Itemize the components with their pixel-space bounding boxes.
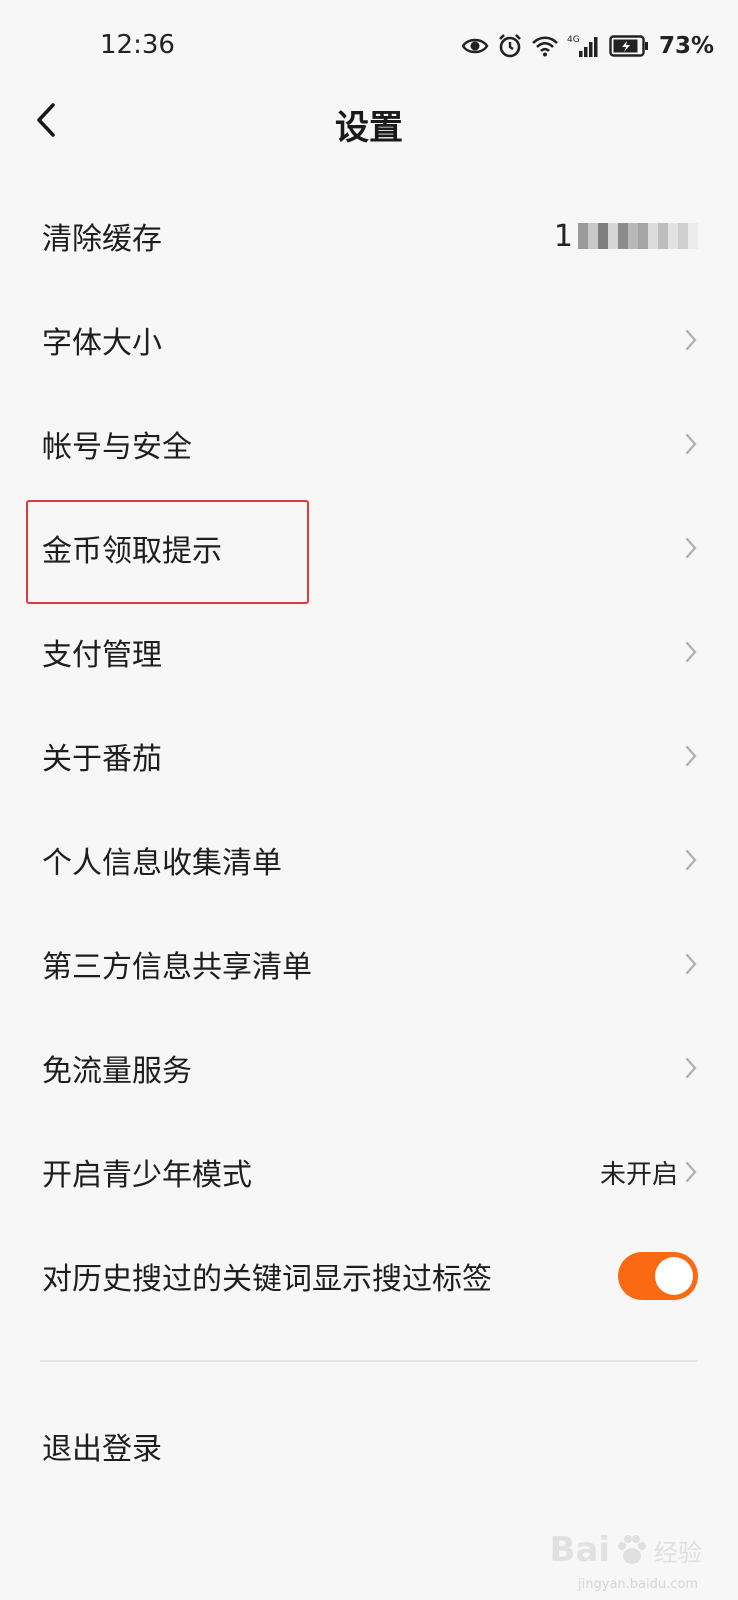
third-party-sharing-row[interactable]: 第三方信息共享清单 (0, 912, 738, 1016)
logout-label: 退出登录 (42, 1432, 162, 1467)
teen-mode-value: 未开启 (599, 1159, 678, 1190)
chevron-right-icon (684, 536, 698, 560)
watermark-sub: 经验 (654, 1538, 702, 1567)
payment-management-label: 支付管理 (42, 638, 162, 673)
coin-reminder-row[interactable]: 金币领取提示 (0, 496, 738, 600)
account-security-label: 帐号与安全 (42, 430, 192, 465)
payment-management-row[interactable]: 支付管理 (0, 600, 738, 704)
teen-mode-label: 开启青少年模式 (42, 1158, 252, 1193)
chevron-right-icon (684, 848, 698, 872)
pixelated-redaction (578, 223, 698, 249)
cache-size-text: 1 (553, 218, 574, 254)
paw-icon (618, 1535, 646, 1564)
chevron-right-icon (684, 432, 698, 456)
third-party-sharing-label: 第三方信息共享清单 (42, 950, 312, 985)
battery-percent: 73% (658, 33, 714, 59)
search-tags-row: 对历史搜过的关键词显示搜过标签 (0, 1224, 738, 1328)
watermark-brand: Bai (549, 1530, 610, 1570)
free-data-service-label: 免流量服务 (42, 1054, 192, 1089)
about-label: 关于番茄 (42, 742, 162, 777)
about-row[interactable]: 关于番茄 (0, 704, 738, 808)
eye-icon (461, 36, 489, 56)
status-time: 12:36 (100, 30, 175, 60)
toggle-knob (655, 1257, 693, 1295)
account-security-row[interactable]: 帐号与安全 (0, 392, 738, 496)
chevron-right-icon (684, 952, 698, 976)
status-icons: 4G 73% (461, 30, 714, 62)
search-tags-label: 对历史搜过的关键词显示搜过标签 (42, 1262, 492, 1297)
logout-button[interactable]: 退出登录 (0, 1394, 738, 1498)
clear-cache-label: 清除缓存 (42, 222, 162, 257)
cache-size-value: 1 (554, 219, 698, 254)
personal-info-list-row[interactable]: 个人信息收集清单 (0, 808, 738, 912)
clear-cache-row[interactable]: 清除缓存 1 (0, 184, 738, 288)
signal-icon: 4G (567, 33, 601, 59)
page-title: 设置 (335, 108, 403, 148)
settings-list: 清除缓存 1 字体大小 帐号与安全 金币领取提示 支付管理 关于番茄 个人信息收… (0, 184, 738, 1328)
chevron-right-icon (684, 1056, 698, 1080)
teen-mode-row[interactable]: 开启青少年模式 未开启 (0, 1120, 738, 1224)
chevron-right-icon (684, 1160, 698, 1184)
personal-info-list-label: 个人信息收集清单 (42, 846, 282, 881)
free-data-service-row[interactable]: 免流量服务 (0, 1016, 738, 1120)
coin-reminder-label: 金币领取提示 (42, 534, 222, 569)
font-size-label: 字体大小 (42, 326, 162, 361)
teen-mode-status: 未开启 (600, 1154, 698, 1191)
chevron-right-icon (684, 744, 698, 768)
nav-bar: 设置 (0, 92, 738, 152)
baidu-watermark: Bai 经验 (549, 1530, 702, 1570)
chevron-right-icon (684, 640, 698, 664)
divider (40, 1360, 698, 1362)
font-size-row[interactable]: 字体大小 (0, 288, 738, 392)
battery-icon (609, 35, 649, 57)
wifi-icon (531, 35, 559, 57)
alarm-icon (497, 33, 523, 59)
watermark-url: jingyan.baidu.com (578, 1577, 698, 1592)
status-bar: 12:36 4G 73% (0, 0, 738, 92)
chevron-right-icon (684, 328, 698, 352)
network-type-label: 4G (567, 35, 580, 45)
search-tags-toggle[interactable] (618, 1252, 698, 1300)
